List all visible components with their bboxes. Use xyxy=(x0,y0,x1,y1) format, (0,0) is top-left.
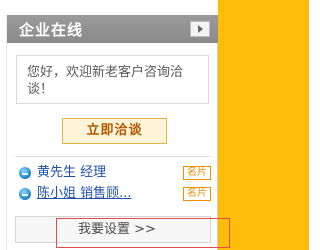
widget-title: 企业在线 xyxy=(19,21,84,39)
contact-row[interactable]: 黄先生 经理 名片 xyxy=(19,164,211,182)
contact-name-link[interactable]: 黄先生 经理 xyxy=(37,164,106,182)
contact-divider xyxy=(15,156,211,157)
qq-icon xyxy=(19,167,31,179)
arrow-right-icon xyxy=(198,25,203,33)
orange-background xyxy=(218,0,309,250)
collapse-button[interactable] xyxy=(190,21,210,37)
business-card-badge[interactable]: 名片 xyxy=(183,166,211,180)
widget-header: 企业在线 xyxy=(7,15,218,43)
screenshot-area: 企业在线 您好，欢迎新老客户咨询洽谈！ 立即洽谈 黄先生 经理 名片 陈小姐 销… xyxy=(0,0,309,250)
settings-button[interactable]: 我要设置 >> xyxy=(15,216,211,243)
contact-row[interactable]: 陈小姐 销售顾... 名片 xyxy=(19,185,211,203)
start-chat-button[interactable]: 立即洽谈 xyxy=(62,118,167,144)
enterprise-online-widget: 企业在线 您好，欢迎新老客户咨询洽谈！ 立即洽谈 黄先生 经理 名片 陈小姐 销… xyxy=(6,15,218,250)
settings-label: 我要设置 >> xyxy=(78,222,156,237)
business-card-badge[interactable]: 名片 xyxy=(183,187,211,201)
qq-icon xyxy=(19,188,31,200)
contact-name-link[interactable]: 陈小姐 销售顾... xyxy=(37,185,132,203)
greeting-message: 您好，欢迎新老客户咨询洽谈！ xyxy=(16,55,209,104)
